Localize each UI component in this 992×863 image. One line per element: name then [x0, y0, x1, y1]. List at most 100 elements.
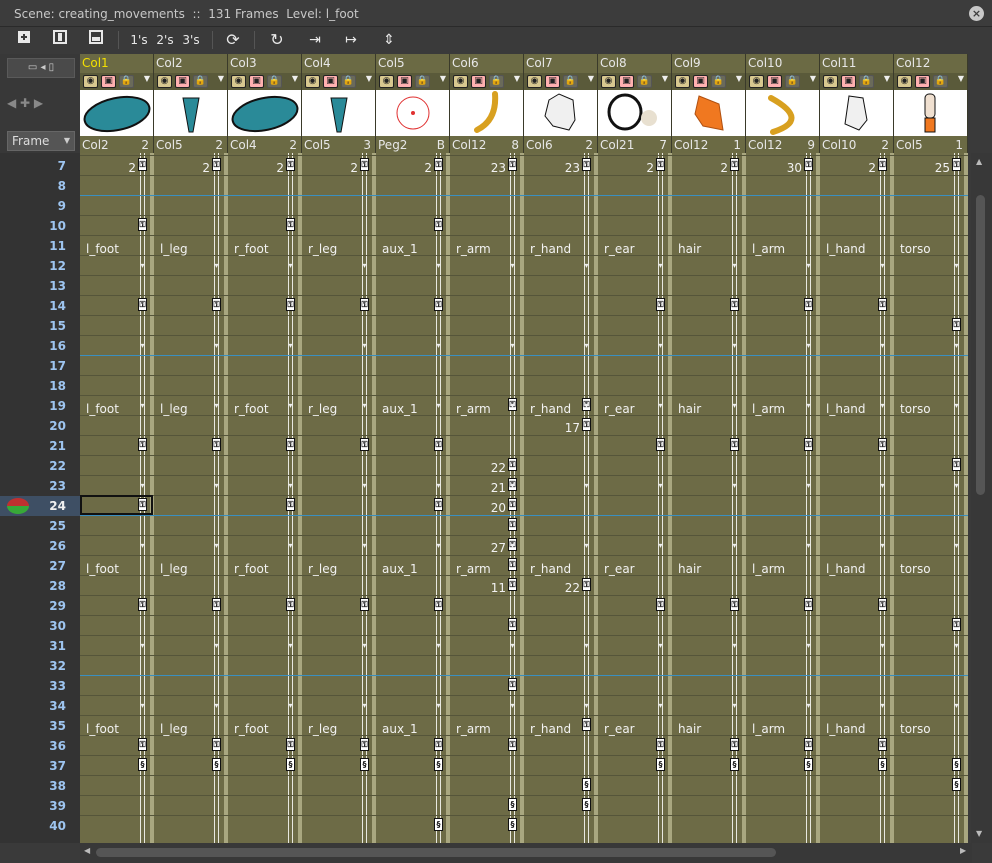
frame-number-30[interactable]: 30	[0, 616, 80, 636]
cell-drawing-name[interactable]: aux_1	[382, 562, 418, 576]
frame-number-32[interactable]: 32	[0, 656, 80, 676]
eye-icon[interactable]: ◉	[157, 75, 172, 88]
cell-value[interactable]: 2	[96, 161, 136, 175]
lock-icon[interactable]: 🔒	[933, 75, 948, 88]
column-header-11[interactable]: Col11 ◉ ▣ 🔒 ▼ Col10 2	[820, 54, 894, 153]
keyframe-icon[interactable]: ⚿	[582, 578, 591, 591]
lock-icon[interactable]: 🔒	[637, 75, 652, 88]
keyframe-icon[interactable]: ⚿	[878, 298, 887, 311]
cell-drawing-name[interactable]: r_leg	[308, 402, 337, 416]
chevron-down-icon[interactable]: ▼	[662, 74, 668, 83]
column-header-2[interactable]: Col2 ◉ ▣ 🔒 ▼ Col5 2	[154, 54, 228, 153]
keyframe-icon[interactable]: ⚿	[582, 718, 591, 731]
keyframe-icon[interactable]: ⚿	[286, 298, 295, 311]
keyframe-icon[interactable]: ⚿	[508, 578, 517, 591]
keyframe-icon[interactable]: §	[508, 818, 517, 831]
cell-drawing-name[interactable]: r_hand	[530, 242, 571, 256]
keyframe-icon[interactable]: ⚿	[878, 598, 887, 611]
cell-drawing-name[interactable]: l_hand	[826, 242, 866, 256]
lock-icon[interactable]: 🔒	[859, 75, 874, 88]
cell-drawing-name[interactable]: r_leg	[308, 562, 337, 576]
cell-drawing-name[interactable]: hair	[678, 402, 701, 416]
lock-icon[interactable]: 🔒	[267, 75, 282, 88]
camera-toggle-icon[interactable]: ▣	[841, 75, 856, 88]
cell-drawing-name[interactable]: l_arm	[752, 722, 785, 736]
keyframe-icon[interactable]: ⚿	[138, 218, 147, 231]
keyframe-icon[interactable]: §	[582, 778, 591, 791]
camera-toggle-icon[interactable]: ▣	[619, 75, 634, 88]
chevron-down-icon[interactable]: ▼	[884, 74, 890, 83]
column-header-7[interactable]: Col7 ◉ ▣ 🔒 ▼ Col6 2	[524, 54, 598, 153]
cell-value[interactable]: 20	[466, 501, 506, 515]
frame-number-15[interactable]: 15	[0, 316, 80, 336]
eye-icon[interactable]: ◉	[675, 75, 690, 88]
keyframe-icon[interactable]: ⚿	[360, 298, 369, 311]
keyframe-icon[interactable]: ⚿	[508, 518, 517, 531]
cell-drawing-name[interactable]: l_hand	[826, 562, 866, 576]
cell-value[interactable]: 2	[170, 161, 210, 175]
keyframe-icon[interactable]: ⚿	[582, 418, 591, 431]
new-column-icon[interactable]	[50, 29, 70, 51]
keyframe-icon[interactable]: ⚿	[730, 298, 739, 311]
keyframe-icon[interactable]: ⚿	[730, 598, 739, 611]
keyframe-icon[interactable]: ⚿	[656, 298, 665, 311]
cell-drawing-name[interactable]: r_foot	[234, 562, 269, 576]
column-name[interactable]: Col5	[378, 56, 405, 70]
lock-icon[interactable]: 🔒	[563, 75, 578, 88]
column-header-10[interactable]: Col10 ◉ ▣ 🔒 ▼ Col12 9	[746, 54, 820, 153]
cell-value[interactable]: 17	[540, 421, 580, 435]
frame-number-21[interactable]: 21	[0, 436, 80, 456]
keyframe-icon[interactable]: §	[730, 758, 739, 771]
column-name[interactable]: Col6	[452, 56, 479, 70]
frame-number-7[interactable]: 7	[0, 156, 80, 176]
eye-icon[interactable]: ◉	[83, 75, 98, 88]
keyframe-icon[interactable]: ⚿	[360, 158, 369, 171]
cell-value[interactable]: 2	[614, 161, 654, 175]
cell-drawing-name[interactable]: r_ear	[604, 402, 635, 416]
column-header-8[interactable]: Col8 ◉ ▣ 🔒 ▼ Col21 7	[598, 54, 672, 153]
keyframe-icon[interactable]: ⚿	[138, 438, 147, 451]
keyframe-icon[interactable]: ⚿	[730, 438, 739, 451]
keyframe-icon[interactable]: ⚿	[804, 598, 813, 611]
import-icon[interactable]: ⇥	[304, 29, 326, 51]
frame-number-8[interactable]: 8	[0, 176, 80, 196]
keyframe-icon[interactable]: ⚿	[434, 158, 443, 171]
frame-number-9[interactable]: 9	[0, 196, 80, 216]
step-3s-button[interactable]: 3's	[178, 29, 204, 51]
cell-drawing-name[interactable]: r_leg	[308, 722, 337, 736]
cell-drawing-name[interactable]: l_hand	[826, 722, 866, 736]
frame-number-26[interactable]: 26	[0, 536, 80, 556]
keyframe-icon[interactable]: ⚿	[434, 218, 443, 231]
frame-number-18[interactable]: 18	[0, 376, 80, 396]
keyframe-icon[interactable]: §	[582, 798, 591, 811]
vertical-scrollbar[interactable]: ▲ ▼	[971, 153, 992, 843]
cell-value[interactable]: 2	[688, 161, 728, 175]
cell-value[interactable]: 23	[466, 161, 506, 175]
keyframe-icon[interactable]: ⚿	[212, 738, 221, 751]
cell-drawing-name[interactable]: hair	[678, 722, 701, 736]
eye-icon[interactable]: ◉	[823, 75, 838, 88]
chevron-down-icon[interactable]: ▼	[292, 74, 298, 83]
cell-drawing-name[interactable]: r_hand	[530, 402, 571, 416]
keyframe-icon[interactable]: ⚿	[656, 738, 665, 751]
rotate-icon[interactable]: ↻	[266, 29, 288, 51]
keyframe-icon[interactable]: §	[878, 758, 887, 771]
cell-drawing-name[interactable]: l_arm	[752, 402, 785, 416]
column-header-3[interactable]: Col3 ◉ ▣ 🔒 ▼ Col4 2	[228, 54, 302, 153]
keyframe-icon[interactable]: §	[286, 758, 295, 771]
cell-drawing-name[interactable]: r_ear	[604, 722, 635, 736]
keyframe-icon[interactable]: ⚿	[212, 298, 221, 311]
keyframe-icon[interactable]: ⚿	[804, 738, 813, 751]
column-header-5[interactable]: Col5 ◉ ▣ 🔒 ▼ Peg2 B	[376, 54, 450, 153]
keyframe-icon[interactable]: ⚿	[730, 738, 739, 751]
camera-toggle-icon[interactable]: ▣	[471, 75, 486, 88]
frame-number-31[interactable]: 31	[0, 636, 80, 656]
scroll-down-icon[interactable]: ▼	[976, 829, 982, 838]
eye-icon[interactable]: ◉	[453, 75, 468, 88]
keyframe-icon[interactable]: ⚿	[952, 318, 961, 331]
navigation-controls[interactable]: ◀ ✚ ▶	[7, 92, 75, 114]
keyframe-icon[interactable]: §	[434, 818, 443, 831]
chevron-down-icon[interactable]: ▼	[736, 74, 742, 83]
keyframe-icon[interactable]: ⚿	[878, 158, 887, 171]
frame-number-16[interactable]: 16	[0, 336, 80, 356]
